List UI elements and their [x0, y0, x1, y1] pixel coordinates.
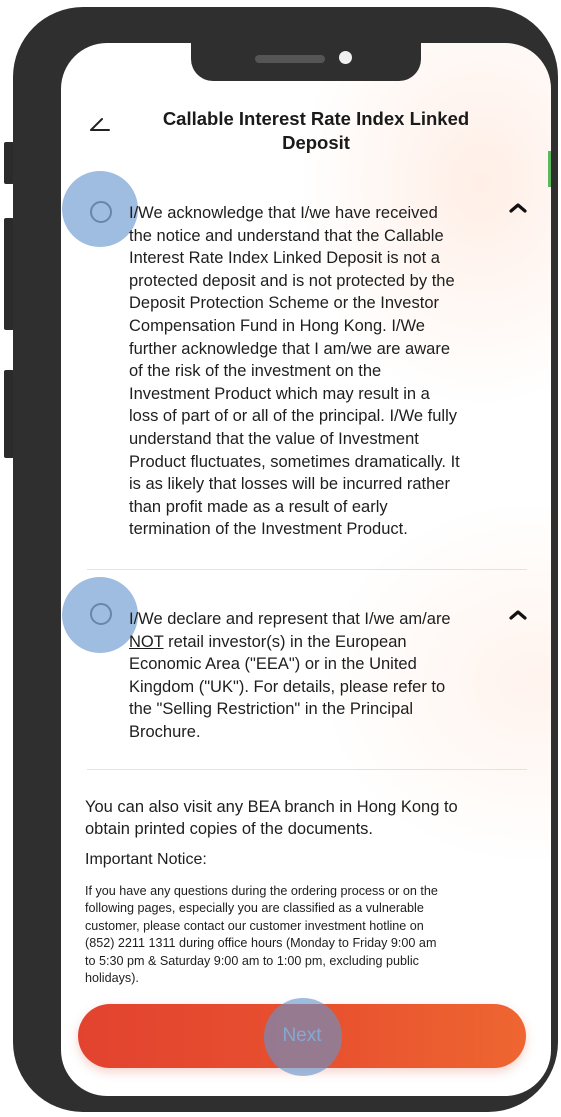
section-divider — [87, 569, 527, 570]
phone-frame: Callable Interest Rate Index Linked Depo… — [13, 7, 558, 1112]
text-line: the "Selling Restriction" in the Princip… — [129, 700, 414, 719]
page-title-line-1: Callable Interest Rate Index Linked — [162, 108, 470, 129]
important-notice-body: If you have any questions during the ord… — [85, 883, 533, 987]
text-line: further acknowledge that I am/we are awa… — [129, 339, 451, 358]
text-line: Kingdom ("UK"). For details, please refe… — [129, 677, 446, 696]
text-line: (852) 2211 1311 during office hours (Mon… — [85, 936, 437, 951]
text-fragment: retail investor(s) in the European — [163, 632, 407, 651]
text-line: Interest Rate Index Linked Deposit is no… — [129, 249, 440, 268]
text-line: holidays). — [85, 971, 139, 986]
tap-indicator — [62, 171, 138, 247]
text-line: Compensation Fund in Hong Kong. I/We — [129, 316, 425, 335]
acknowledge-text: I/We acknowledge that I/we have received… — [129, 202, 529, 541]
text-line: understand that the value of Investment — [129, 429, 419, 448]
branch-visit-text: You can also visit any BEA branch in Hon… — [85, 796, 535, 840]
text-line: I/We acknowledge that I/we have received — [129, 204, 438, 222]
text-line: loss of part of or all of the principal.… — [129, 407, 458, 426]
front-camera — [339, 51, 352, 64]
not-emphasis: NOT — [129, 632, 164, 651]
back-arrow-icon[interactable] — [89, 116, 111, 132]
text-line: protected deposit and is not protected b… — [129, 271, 455, 290]
text-line: Economic Area ("EEA") or in the United — [129, 655, 417, 674]
text-line: customer, please contact our customer in… — [85, 918, 424, 933]
text-line: Product fluctuates, sometimes dramatical… — [129, 452, 460, 471]
text-line: If you have any questions during the ord… — [85, 884, 438, 898]
text-line: Investment Product which may result in a — [129, 384, 430, 403]
text-line: termination of the Investment Product. — [129, 520, 408, 539]
page-title: Callable Interest Rate Index Linked Depo… — [131, 107, 501, 155]
tap-indicator — [264, 998, 342, 1076]
speaker-grille — [255, 55, 325, 63]
section-divider — [87, 769, 527, 770]
text-line: Deposit Protection Scheme or the Investo… — [129, 294, 439, 313]
phone-notch — [191, 43, 421, 81]
text-line: of the risk of the investment on the — [129, 362, 382, 381]
important-notice-heading: Important Notice: — [85, 851, 207, 868]
text-line: than profit made as a result of early — [129, 497, 388, 516]
tap-indicator — [62, 577, 138, 653]
text-line: the notice and understand that the Calla… — [129, 226, 444, 245]
text-line: to 5:30 pm & Saturday 9:00 am to 1:00 pm… — [85, 953, 419, 968]
text-line: obtain printed copies of the documents. — [85, 820, 374, 838]
phone-screen: Callable Interest Rate Index Linked Depo… — [61, 43, 551, 1096]
text-line: NOT retail investor(s) in the European — [129, 631, 529, 654]
text-line: following pages, especially you are clas… — [85, 901, 424, 916]
text-line: I/We declare and represent that I/we am/… — [129, 610, 451, 628]
declare-text: I/We declare and represent that I/we am/… — [129, 608, 529, 744]
text-line: Brochure. — [129, 722, 201, 741]
text-line: You can also visit any BEA branch in Hon… — [85, 798, 458, 816]
page-title-line-2: Deposit — [282, 132, 350, 153]
scroll-indicator — [548, 151, 551, 187]
text-line: is as likely that losses will be incurre… — [129, 475, 450, 494]
